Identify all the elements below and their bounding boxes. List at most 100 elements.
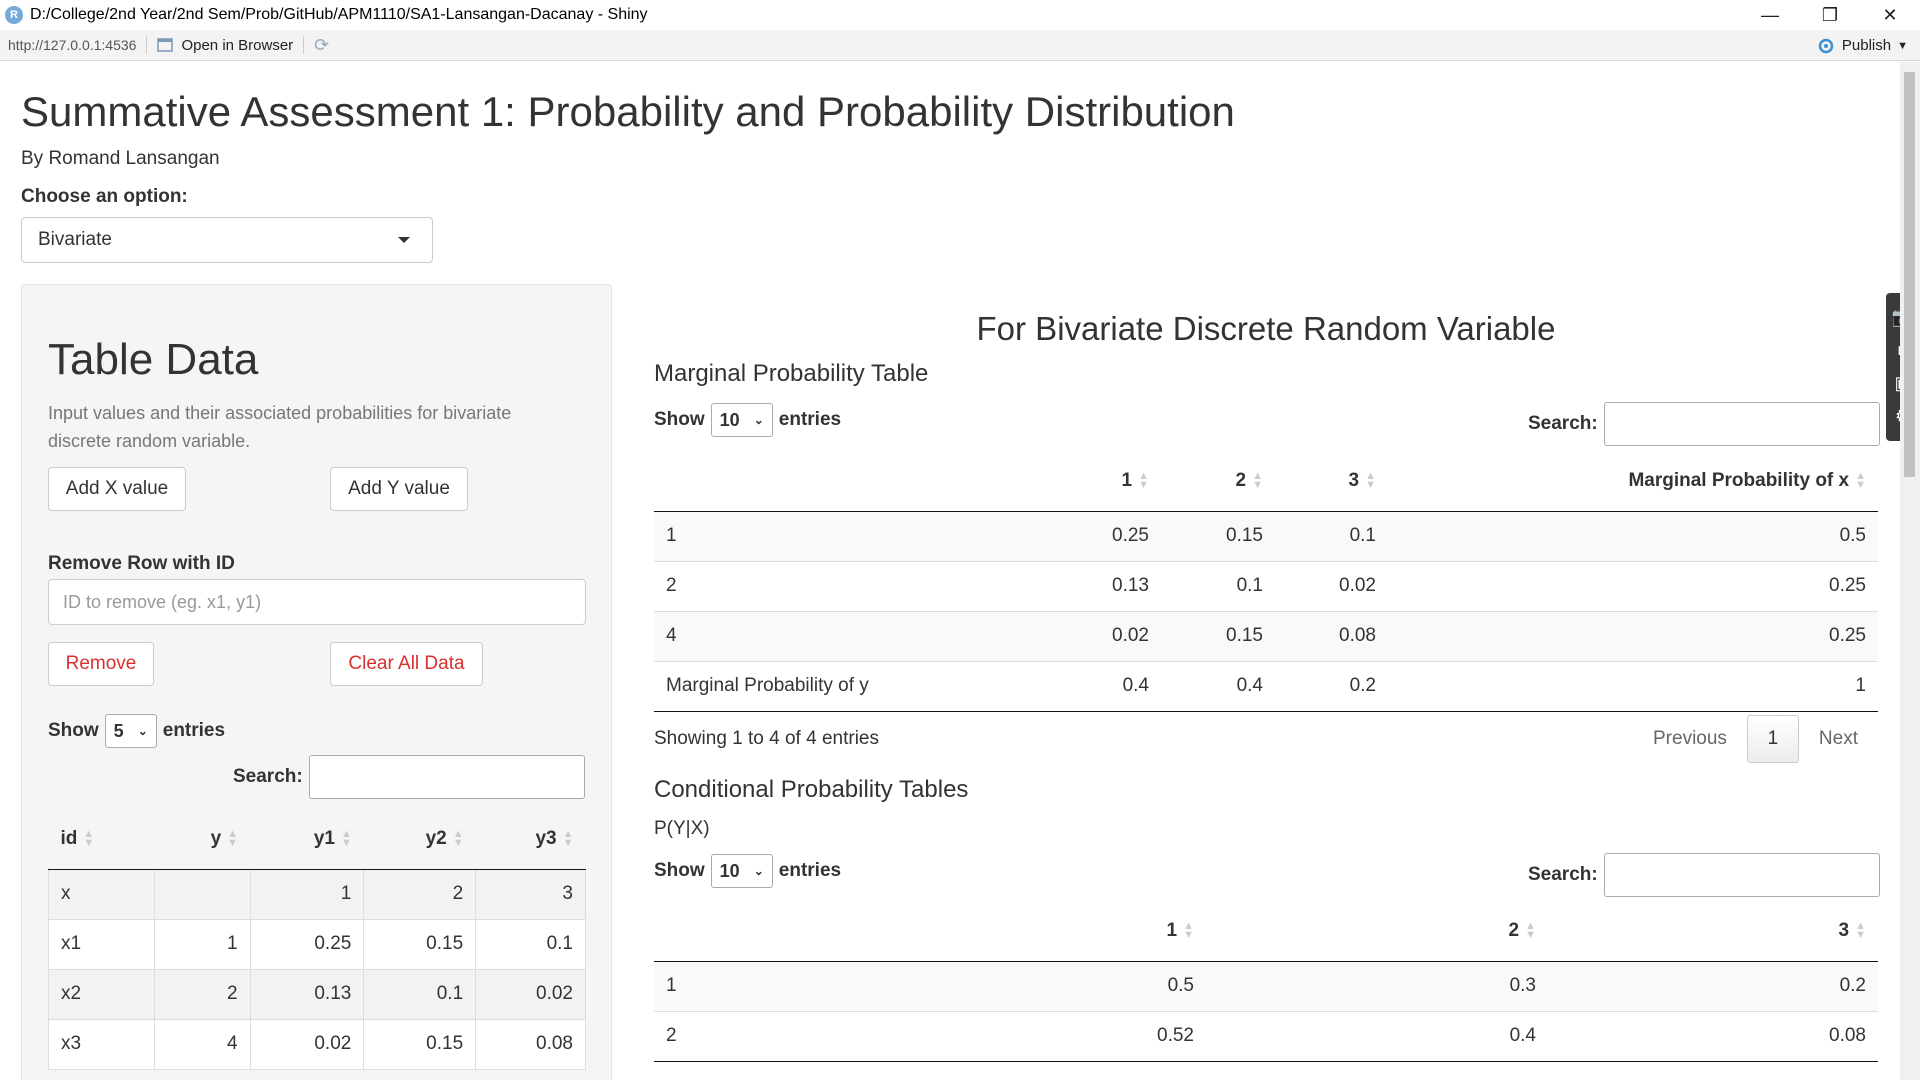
sort-icon: ▲ ▼ [83, 827, 95, 849]
search-label: Search: [233, 766, 303, 787]
cell: 0.02 [1031, 610, 1161, 661]
table-row[interactable]: x2 2 0.13 0.1 0.02 [48, 968, 586, 1020]
search-input[interactable] [308, 755, 585, 799]
cell-y: 2 [153, 968, 251, 1020]
pagination: Previous 1 Next [1639, 715, 1872, 763]
column-header-blank[interactable] [654, 451, 1031, 512]
cell: 0.02 [1275, 560, 1388, 611]
cell-y: 4 [153, 1018, 251, 1070]
sort-icon: ▲ ▼ [562, 827, 574, 849]
column-header-y2[interactable]: y2 ▲ ▼ [363, 809, 476, 870]
entries-select[interactable]: 5 ⌄ [104, 714, 157, 748]
row-label: 2 [654, 1010, 888, 1062]
marginal-table-search: Search: [1528, 402, 1880, 446]
main-heading: For Bivariate Discrete Random Variable [976, 310, 1556, 347]
table-row[interactable]: 2 0.52 0.4 0.08 [654, 1010, 1878, 1062]
table-row[interactable]: 2 0.13 0.1 0.02 0.25 [654, 560, 1878, 611]
cell: 0.2 [1548, 960, 1878, 1011]
page-title: Summative Assessment 1: Probability and … [21, 88, 1235, 135]
row-label: 1 [654, 510, 1031, 561]
marginal-probability-table: 1 ▲ ▼ 2 ▲ ▼ 3 ▲ ▼ Marginal Probability of x ▲ ▼ … [654, 451, 1878, 712]
vertical-scrollbar[interactable] [1900, 62, 1920, 1080]
cell-y2: 0.15 [363, 1018, 477, 1070]
row-label: 1 [654, 960, 888, 1011]
conditional-entries-length-control: Show 10 ⌄ entries [654, 854, 841, 888]
cell-y3: 0.08 [475, 1018, 586, 1070]
minimize-button[interactable]: — [1740, 0, 1800, 30]
column-header-blank[interactable] [654, 901, 888, 962]
entries-select[interactable]: 10 ⌄ [710, 854, 773, 888]
column-header-y1[interactable]: y1 ▲ ▼ [250, 809, 364, 870]
show-label: Show [48, 720, 99, 741]
search-input[interactable] [1603, 853, 1880, 897]
entries-label: entries [778, 860, 842, 881]
table-search: Search: [233, 755, 585, 799]
remove-id-input[interactable]: ID to remove (eg. x1, y1) [48, 579, 586, 625]
previous-page-button[interactable]: Previous [1639, 718, 1741, 760]
column-header-id[interactable]: id ▲ ▼ [48, 809, 155, 870]
cell: 0.4 [1161, 660, 1275, 712]
app-viewport: Summative Assessment 1: Probability and … [0, 62, 1900, 1080]
entries-label: entries [778, 409, 842, 430]
sort-icon: ▲ ▼ [1525, 919, 1536, 941]
close-button[interactable]: ✕ [1860, 0, 1920, 30]
column-header-3[interactable]: 3 ▲ ▼ [1548, 901, 1878, 962]
search-label: Search: [1528, 864, 1598, 885]
cell-y1: 0.13 [249, 968, 365, 1020]
sort-icon: ▲ ▼ [1855, 919, 1866, 941]
open-browser-icon [157, 38, 174, 52]
table-row[interactable]: 4 0.02 0.15 0.08 0.25 [654, 610, 1878, 661]
entries-length-control: Show 5 ⌄ entries [48, 714, 225, 748]
table-row[interactable]: x1 1 0.25 0.15 0.1 [48, 918, 586, 970]
column-header-3[interactable]: 3 ▲ ▼ [1275, 451, 1388, 512]
cell: 0.15 [1161, 510, 1275, 561]
cell-id: x3 [48, 1018, 155, 1070]
cell: 0.3 [1206, 960, 1548, 1011]
table-row[interactable]: x3 4 0.02 0.15 0.08 [48, 1018, 586, 1070]
search-input[interactable] [1603, 402, 1880, 446]
next-page-button[interactable]: Next [1805, 718, 1872, 760]
current-page-button[interactable]: 1 [1746, 715, 1799, 763]
row-label: 2 [654, 560, 1031, 611]
search-label: Search: [1528, 413, 1598, 434]
r-app-icon: R [5, 6, 23, 24]
column-header-y[interactable]: y ▲ ▼ [154, 809, 251, 870]
cell: 0.25 [1031, 510, 1161, 561]
conditional-subtitle: P(Y|X) [654, 818, 710, 839]
cell: 0.08 [1275, 610, 1388, 661]
scrollbar-thumb[interactable] [1904, 72, 1915, 477]
column-header-1[interactable]: 1 ▲ ▼ [888, 901, 1206, 962]
table-row[interactable]: 1 0.5 0.3 0.2 [654, 960, 1878, 1011]
restore-button[interactable]: ❐ [1800, 0, 1860, 30]
table-row[interactable]: Marginal Probability of y 0.4 0.4 0.2 1 [654, 660, 1878, 712]
table-row[interactable]: x 1 2 3 [48, 868, 586, 920]
entries-select-value: 5 [113, 720, 124, 741]
entries-label: entries [162, 720, 226, 741]
cell-y: 1 [153, 918, 251, 970]
table-row[interactable]: 1 0.25 0.15 0.1 0.5 [654, 510, 1878, 561]
column-header-y3[interactable]: y3 ▲ ▼ [475, 809, 586, 870]
author-line: By Romand Lansangan [21, 148, 220, 169]
publish-button[interactable]: Publish ▼ [1816, 30, 1908, 61]
publish-label: Publish [1841, 37, 1892, 54]
entries-select[interactable]: 10 ⌄ [710, 403, 773, 437]
open-in-browser-button[interactable]: Open in Browser [157, 37, 293, 54]
entries-select-value: 10 [719, 409, 740, 430]
cell: 0.25 [1388, 560, 1878, 611]
refresh-icon[interactable]: ⟳ [314, 35, 329, 56]
add-x-button[interactable]: Add X value [48, 467, 186, 511]
remove-button[interactable]: Remove [48, 642, 154, 686]
add-y-button[interactable]: Add Y value [330, 467, 468, 511]
option-select[interactable]: Bivariate [21, 217, 433, 263]
clear-all-data-button[interactable]: Clear All Data [330, 642, 483, 686]
sort-icon: ▲ ▼ [452, 827, 464, 849]
column-header-2[interactable]: 2 ▲ ▼ [1206, 901, 1548, 962]
marginal-table-title: Marginal Probability Table [654, 360, 929, 387]
column-header-1[interactable]: 1 ▲ ▼ [1031, 451, 1161, 512]
cell: 0.1 [1275, 510, 1388, 561]
publish-icon [1818, 38, 1834, 53]
chevron-down-icon[interactable]: ▼ [1897, 40, 1908, 52]
column-header-2[interactable]: 2 ▲ ▼ [1161, 451, 1275, 512]
cell-y [153, 868, 251, 920]
column-header-marginal-x[interactable]: Marginal Probability of x ▲ ▼ [1388, 451, 1878, 512]
